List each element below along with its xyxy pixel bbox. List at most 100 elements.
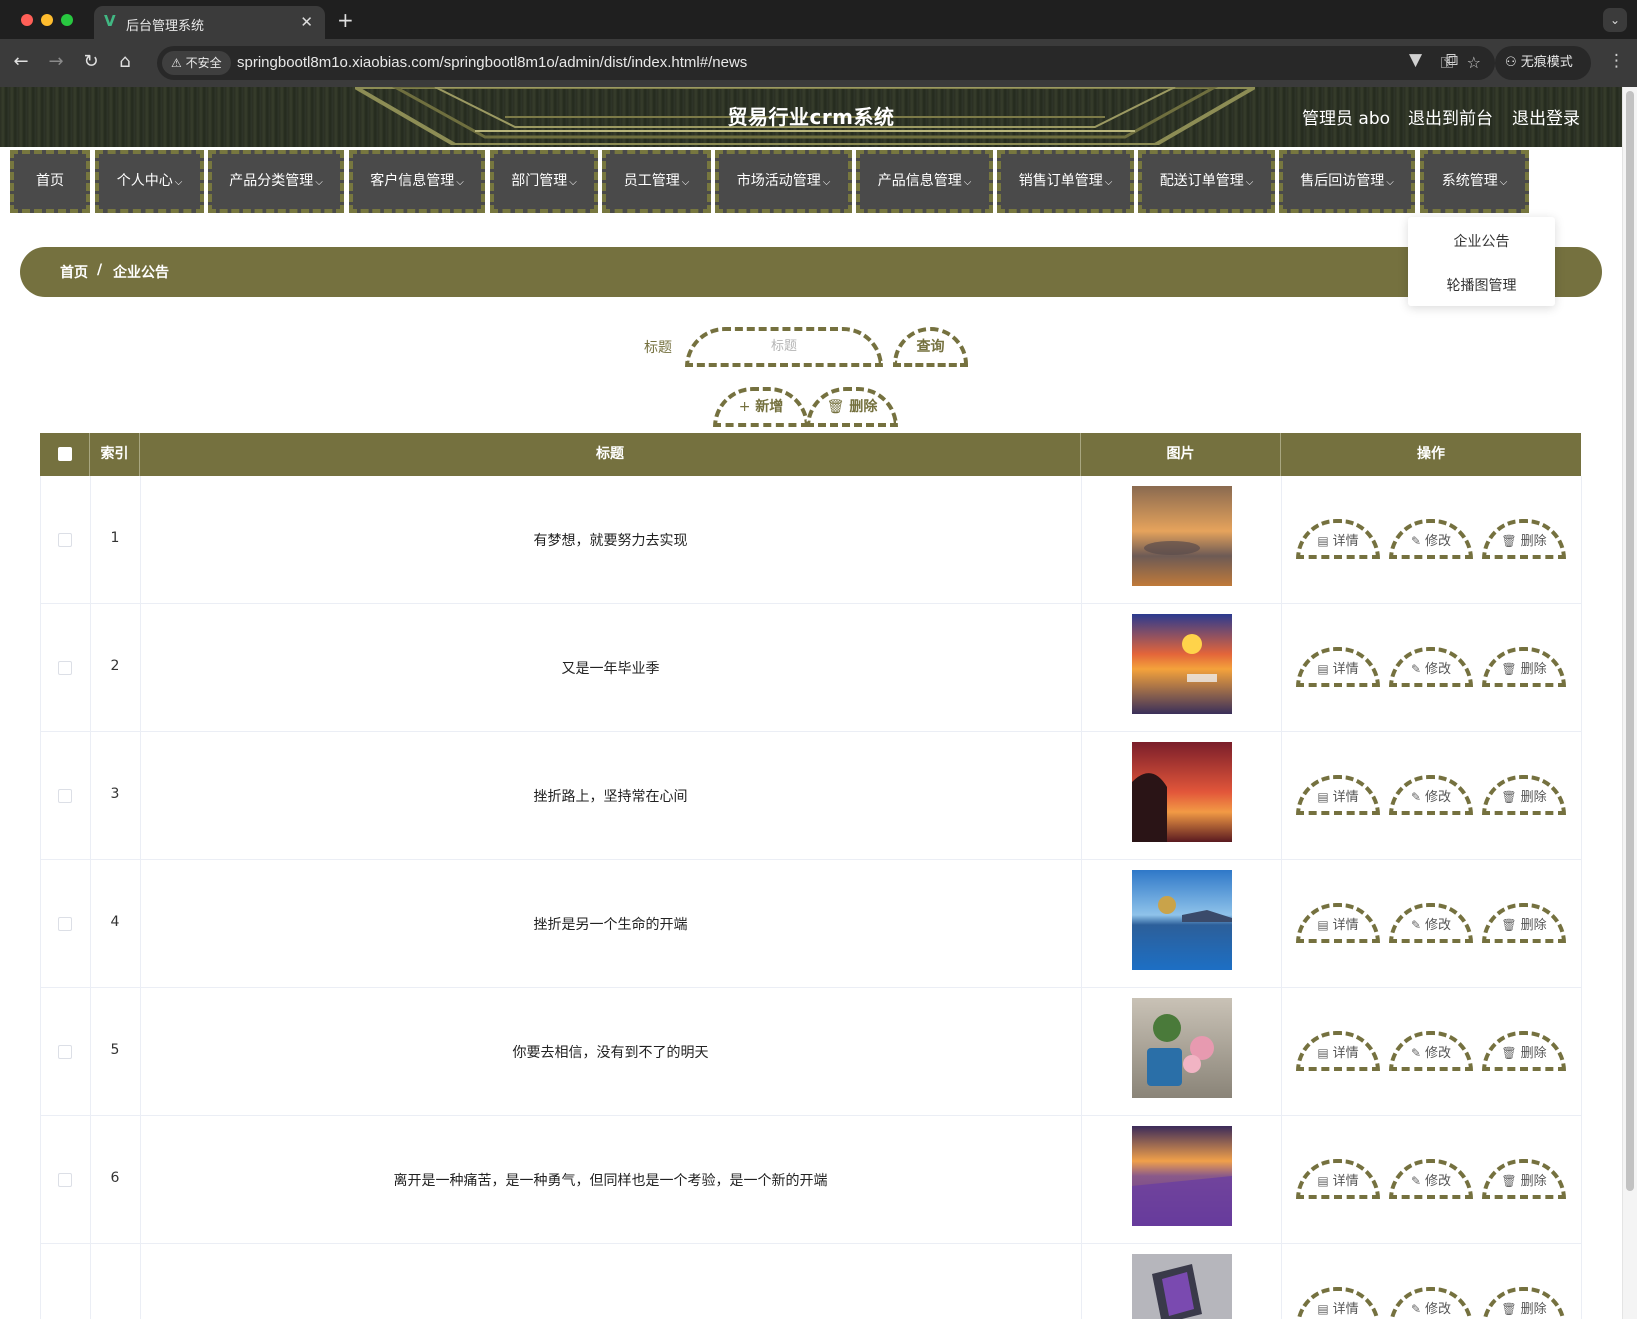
chevron-down-icon: ⌵ xyxy=(569,177,577,188)
menu-item-after-sales[interactable]: 售后回访管理 ⌵ xyxy=(1279,150,1415,213)
delete-button[interactable]: 🗑 删除 xyxy=(1482,519,1566,559)
chevron-down-icon: ⌵ xyxy=(822,177,831,188)
delete-button[interactable]: 🗑 删除 xyxy=(1482,1287,1566,1319)
dropdown-item-carousel[interactable]: 轮播图管理 xyxy=(1408,275,1555,295)
vue-logo-icon: V xyxy=(104,12,116,30)
add-button[interactable]: + 新增 xyxy=(713,387,809,427)
row-thumbnail-image xyxy=(1132,998,1232,1098)
row-checkbox[interactable] xyxy=(58,917,72,931)
detail-button[interactable]: ▤ 详情 xyxy=(1296,903,1380,943)
back-arrow-icon[interactable]: ← xyxy=(8,49,34,75)
table-row: 5 你要去相信，没有到不了的明天 ▤ 详情 ✎ 修改 🗑 删除 xyxy=(40,988,1582,1116)
close-window-button[interactable] xyxy=(21,14,33,26)
chevron-down-icon: ⌵ xyxy=(1104,177,1113,188)
close-tab-icon[interactable]: ✕ xyxy=(300,13,313,31)
title-search-input[interactable]: 标题 xyxy=(685,327,883,367)
row-index: 5 xyxy=(110,1042,120,1058)
address-bar[interactable]: ⚠ 不安全 springbootl8m1o.xiaobias.com/sprin… xyxy=(157,46,1495,80)
reload-icon[interactable]: ↻ xyxy=(78,49,104,75)
edit-button[interactable]: ✎ 修改 xyxy=(1389,1159,1473,1199)
trash-icon: 🗑 xyxy=(826,399,845,415)
menu-item-sales-order[interactable]: 销售订单管理 ⌵ xyxy=(997,150,1134,213)
edit-button[interactable]: ✎ 修改 xyxy=(1389,519,1473,559)
menu-item-home[interactable]: 首页 xyxy=(10,150,90,213)
breadcrumb-separator: / xyxy=(97,262,103,278)
query-button[interactable]: 查询 xyxy=(893,327,968,367)
delete-button[interactable]: 🗑 删除 xyxy=(1482,647,1566,687)
menu-item-delivery-order[interactable]: 配送订单管理 ⌵ xyxy=(1138,150,1275,213)
delete-button[interactable]: 🗑 删除 xyxy=(1482,1031,1566,1071)
insecure-badge[interactable]: ⚠ 不安全 xyxy=(162,51,231,75)
delete-button[interactable]: 🗑 删除 xyxy=(1482,903,1566,943)
menu-item-system[interactable]: 系统管理 ⌵ xyxy=(1420,150,1529,213)
edit-button[interactable]: ✎ 修改 xyxy=(1389,647,1473,687)
bookmark-star-icon[interactable]: ☆ xyxy=(1467,53,1481,72)
row-checkbox[interactable] xyxy=(58,661,72,675)
plus-icon: + xyxy=(738,399,751,415)
row-checkbox[interactable] xyxy=(58,533,72,547)
select-all-checkbox[interactable] xyxy=(58,447,72,461)
menu-item-customer-info[interactable]: 客户信息管理 ⌵ xyxy=(349,150,485,213)
dropdown-item-news[interactable]: 企业公告 xyxy=(1408,231,1555,251)
trash-icon: 🗑 xyxy=(1501,1046,1517,1060)
edit-button[interactable]: ✎ 修改 xyxy=(1389,1287,1473,1319)
menu-item-product-category[interactable]: 产品分类管理 ⌵ xyxy=(208,150,344,213)
row-thumbnail-image xyxy=(1132,614,1232,714)
detail-button[interactable]: ▤ 详情 xyxy=(1296,647,1380,687)
scrollbar-thumb[interactable] xyxy=(1626,91,1634,1191)
new-tab-button[interactable]: + xyxy=(337,8,354,32)
detail-button[interactable]: ▤ 详情 xyxy=(1296,519,1380,559)
detail-button[interactable]: ▤ 详情 xyxy=(1296,1287,1380,1319)
row-thumbnail-image xyxy=(1132,870,1232,970)
row-checkbox[interactable] xyxy=(58,1173,72,1187)
menu-item-product-info[interactable]: 产品信息管理 ⌵ xyxy=(856,150,993,213)
detail-button[interactable]: ▤ 详情 xyxy=(1296,1159,1380,1199)
batch-delete-button[interactable]: 🗑 删除 xyxy=(806,387,898,427)
column-index: 索引 xyxy=(90,433,140,476)
chevron-down-icon: ⌵ xyxy=(681,177,690,188)
row-thumbnail-image xyxy=(1132,1254,1232,1319)
cell-divider xyxy=(90,1244,91,1319)
table-header: 索引 标题 图片 操作 xyxy=(40,433,1581,476)
table-row: 4 挫折是另一个生命的开端 ▤ 详情 ✎ 修改 🗑 删除 xyxy=(40,860,1582,988)
home-icon[interactable]: ⌂ xyxy=(112,49,138,75)
column-image: 图片 xyxy=(1081,433,1281,476)
tab-search-chevron-icon[interactable]: ⌄ xyxy=(1603,8,1627,32)
breadcrumb-home[interactable]: 首页 xyxy=(60,262,88,282)
cell-divider xyxy=(1581,988,1582,1116)
exit-to-front-link[interactable]: 退出到前台 xyxy=(1408,104,1493,129)
minimize-window-button[interactable] xyxy=(41,14,53,26)
extensions-puzzle-icon[interactable]: ⧉ xyxy=(1446,50,1458,70)
cell-divider xyxy=(1581,860,1582,988)
menu-item-marketing[interactable]: 市场活动管理 ⌵ xyxy=(715,150,852,213)
menu-item-personal-center[interactable]: 个人中心 ⌵ xyxy=(95,150,204,213)
trash-icon: 🗑 xyxy=(1501,662,1517,676)
cell-divider xyxy=(1081,1244,1082,1319)
vue-devtools-icon[interactable]: ▼ xyxy=(1409,50,1422,70)
menu-item-department[interactable]: 部门管理 ⌵ xyxy=(490,150,598,213)
page-scrollbar[interactable] xyxy=(1622,87,1637,1319)
maximize-window-button[interactable] xyxy=(61,14,73,26)
incognito-indicator[interactable]: ⚇ 无痕模式 xyxy=(1495,46,1591,80)
logout-link[interactable]: 退出登录 xyxy=(1512,104,1580,129)
detail-button[interactable]: ▤ 详情 xyxy=(1296,775,1380,815)
pencil-icon: ✎ xyxy=(1410,534,1422,548)
row-thumbnail-image xyxy=(1132,486,1232,586)
url-text[interactable]: springbootl8m1o.xiaobias.com/springbootl… xyxy=(237,54,747,71)
row-checkbox[interactable] xyxy=(58,1045,72,1059)
column-operations: 操作 xyxy=(1417,446,1445,462)
row-checkbox[interactable] xyxy=(58,789,72,803)
edit-button[interactable]: ✎ 修改 xyxy=(1389,1031,1473,1071)
cell-divider xyxy=(1581,604,1582,732)
browser-menu-icon[interactable]: ⋮ xyxy=(1608,51,1625,71)
edit-button[interactable]: ✎ 修改 xyxy=(1389,775,1473,815)
table-row: 3 挫折路上，坚持常在心间 ▤ 详情 ✎ 修改 🗑 删除 xyxy=(40,732,1582,860)
delete-button[interactable]: 🗑 删除 xyxy=(1482,1159,1566,1199)
menu-item-employee[interactable]: 员工管理 ⌵ xyxy=(602,150,711,213)
forward-arrow-icon[interactable]: → xyxy=(43,49,69,75)
edit-button[interactable]: ✎ 修改 xyxy=(1389,903,1473,943)
detail-button[interactable]: ▤ 详情 xyxy=(1296,1031,1380,1071)
document-icon: ▤ xyxy=(1317,1302,1329,1316)
delete-button[interactable]: 🗑 删除 xyxy=(1482,775,1566,815)
browser-tab[interactable]: V 后台管理系统 ✕ xyxy=(94,6,325,39)
